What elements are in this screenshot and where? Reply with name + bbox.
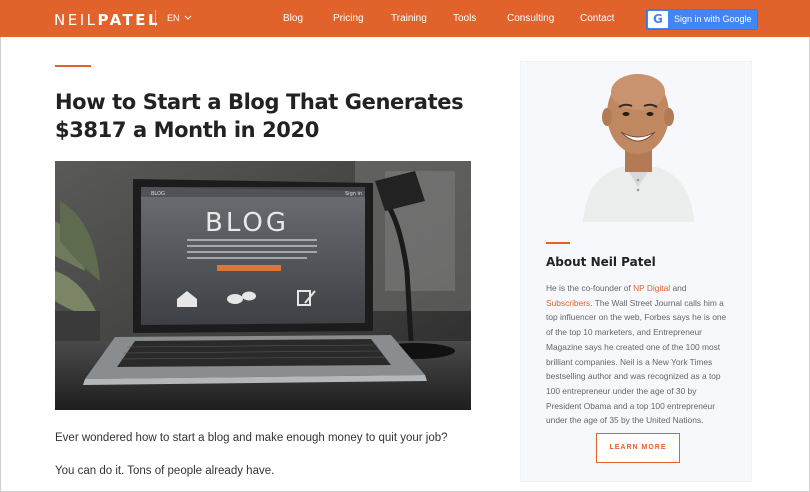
site-logo[interactable]: NEILPATEL — [54, 11, 160, 29]
bio-text-3: . The Wall Street Journal calls him a to… — [546, 297, 727, 426]
nav-consulting[interactable]: Consulting — [507, 13, 554, 24]
sidebar-title: About Neil Patel — [546, 255, 656, 269]
screen-mini-logo: BLOG — [151, 191, 165, 197]
chevron-down-icon[interactable] — [184, 12, 192, 24]
google-g-letter: G — [653, 12, 663, 26]
screen-blog-word: BLOG — [205, 208, 289, 238]
article-title: How to Start a Blog That Generates $3817… — [55, 90, 464, 142]
header-divider — [155, 10, 156, 27]
article-paragraph-2: You can do it. Tons of people already ha… — [55, 465, 275, 477]
site-header: NEILPATEL EN Blog Pricing Training Tools… — [0, 0, 810, 37]
hero-image: BLOG Sign in BLOG — [55, 161, 471, 410]
logo-text-part2: PATEL — [97, 11, 161, 29]
nav-blog[interactable]: Blog — [283, 13, 303, 24]
sidebar-accent-line — [546, 242, 570, 244]
screen-sign-in: Sign in — [345, 191, 362, 197]
np-digital-link[interactable]: NP Digital — [633, 283, 670, 293]
nav-tools[interactable]: Tools — [453, 13, 476, 24]
google-signin-label: Sign in with Google — [674, 14, 752, 24]
author-photo-icon — [583, 74, 694, 222]
author-bio: He is the co-founder of NP Digital and S… — [546, 281, 731, 428]
bio-text-2: and — [670, 283, 687, 293]
laptop-blog-illustration: BLOG Sign in BLOG — [55, 161, 471, 410]
author-sidebar: About Neil Patel He is the co-founder of… — [520, 61, 752, 482]
title-accent-line — [55, 65, 91, 67]
nav-contact[interactable]: Contact — [580, 13, 614, 24]
learn-more-button[interactable]: LEARN MORE — [596, 433, 680, 463]
language-selector[interactable]: EN — [167, 13, 180, 23]
logo-text-part1: NEIL — [54, 11, 98, 29]
author-avatar — [561, 62, 716, 222]
google-icon: G — [648, 11, 668, 28]
article-paragraph-1: Ever wondered how to start a blog and ma… — [55, 432, 448, 444]
google-signin-button[interactable]: G Sign in with Google — [646, 9, 758, 30]
nav-training[interactable]: Training — [391, 13, 427, 24]
subscribers-link[interactable]: Subscribers — [546, 298, 590, 308]
bio-text-1: He is the co-founder of — [546, 283, 634, 293]
nav-pricing[interactable]: Pricing — [333, 13, 364, 24]
